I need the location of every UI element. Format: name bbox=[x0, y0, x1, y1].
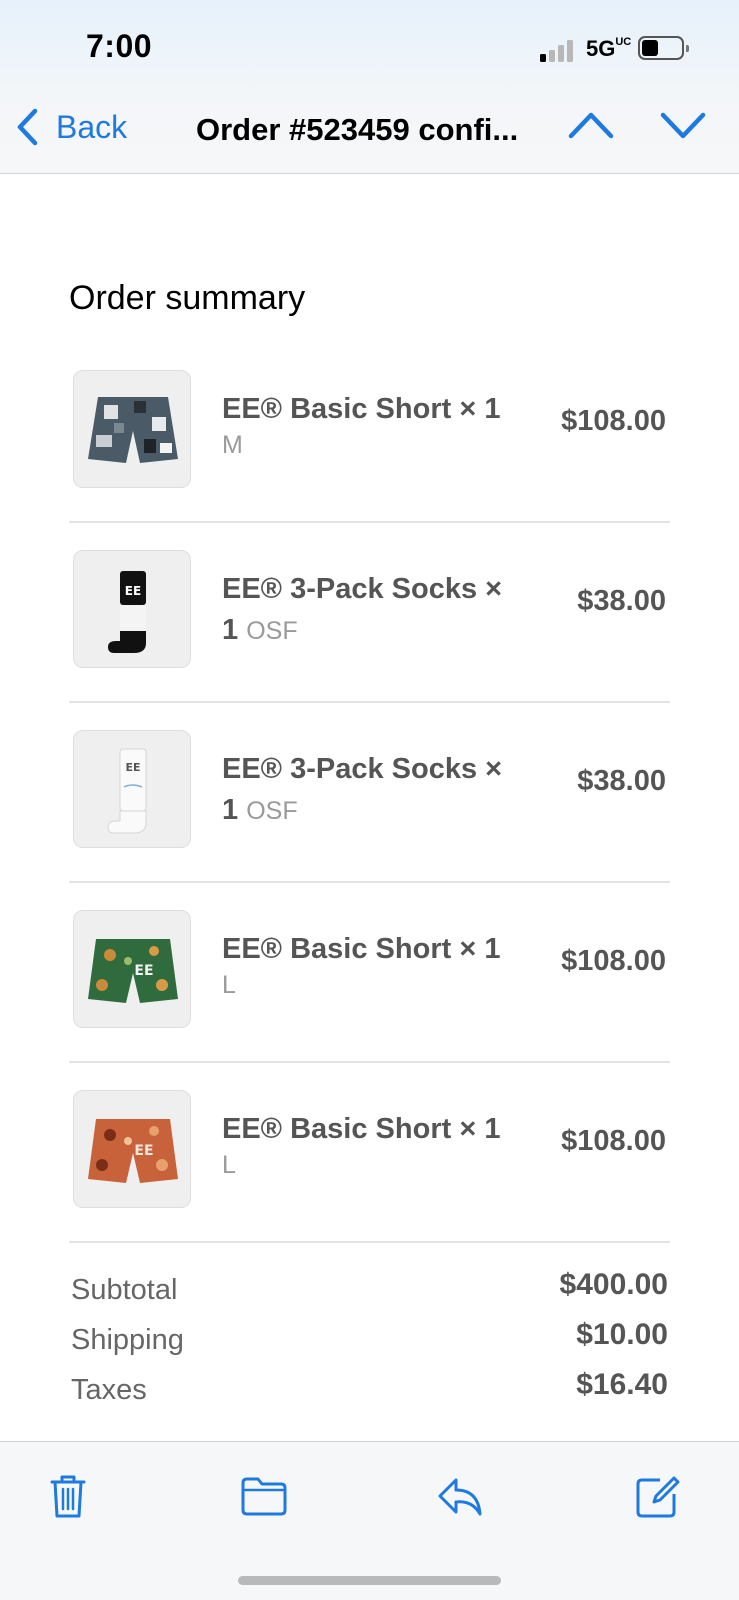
order-item: EE EE® Basic Short × 1 L $108.00 bbox=[69, 1063, 670, 1243]
product-thumbnail: EE bbox=[73, 550, 191, 668]
chevron-down-icon bbox=[660, 112, 706, 139]
green-floral-shorts-image: EE bbox=[88, 939, 178, 1003]
item-variant: L bbox=[222, 971, 236, 999]
compose-button[interactable] bbox=[634, 1472, 682, 1520]
subtotal-value: $400.00 bbox=[559, 1268, 668, 1301]
order-item: EE® Basic Short × 1 M $108.00 bbox=[69, 343, 670, 523]
item-name: EE® Basic Short × 1 L bbox=[222, 929, 512, 1000]
item-name: EE® Basic Short × 1 M bbox=[222, 389, 512, 460]
order-summary-title: Order summary bbox=[69, 279, 306, 317]
item-variant: L bbox=[222, 1151, 236, 1179]
trash-icon bbox=[50, 1475, 86, 1518]
battery-icon bbox=[638, 36, 689, 60]
previous-message-button[interactable] bbox=[568, 110, 614, 145]
product-thumbnail: EE bbox=[73, 730, 191, 848]
shipping-label: Shipping bbox=[71, 1324, 184, 1356]
shipping-row: Shipping $10.00 bbox=[69, 1316, 670, 1366]
back-label: Back bbox=[56, 108, 128, 145]
taxes-value: $16.40 bbox=[576, 1368, 668, 1401]
order-item: EE EE® Basic Short × 1 L $108.00 bbox=[69, 883, 670, 1063]
subtotal-label: Subtotal bbox=[71, 1274, 178, 1306]
item-name: EE® 3-Pack Socks × 1 OSF bbox=[222, 573, 503, 646]
shipping-value: $10.00 bbox=[576, 1318, 668, 1351]
item-name: EE® Basic Short × 1 L bbox=[222, 1109, 512, 1180]
item-price: $108.00 bbox=[561, 405, 666, 437]
subtotal-row: Subtotal $400.00 bbox=[69, 1266, 670, 1316]
order-item: EE EE® 3-Pack Socks × 1 OSF $38.00 bbox=[69, 703, 670, 883]
orange-floral-shorts-image: EE bbox=[88, 1119, 178, 1183]
product-thumbnail: EE bbox=[73, 910, 191, 1028]
network-indicator: 5GUC bbox=[586, 36, 632, 61]
folder-icon bbox=[241, 1477, 287, 1516]
item-variant: OSF bbox=[246, 617, 298, 645]
camo-shorts-image bbox=[88, 397, 178, 463]
email-body[interactable]: Order summary EE® Basic Short × 1 M $108… bbox=[0, 175, 739, 1440]
product-thumbnail: EE bbox=[73, 1090, 191, 1208]
trash-button[interactable] bbox=[44, 1472, 92, 1520]
back-button[interactable]: Back bbox=[16, 108, 127, 146]
item-price: $108.00 bbox=[561, 1125, 666, 1157]
reply-button[interactable] bbox=[436, 1472, 484, 1520]
item-price: $38.00 bbox=[577, 585, 666, 617]
svg-text:EE: EE bbox=[125, 761, 140, 774]
item-variant: M bbox=[222, 431, 243, 459]
next-message-button[interactable] bbox=[660, 110, 706, 145]
chevron-up-icon bbox=[568, 112, 614, 139]
email-subject-title: Order #523459 confi... bbox=[196, 112, 519, 147]
item-name: EE® 3-Pack Socks × 1 OSF bbox=[222, 753, 503, 826]
svg-text:EE: EE bbox=[134, 963, 153, 979]
svg-text:EE: EE bbox=[125, 584, 141, 598]
compose-icon bbox=[636, 1476, 680, 1518]
home-indicator[interactable] bbox=[238, 1576, 501, 1585]
item-price: $108.00 bbox=[561, 945, 666, 977]
item-variant: OSF bbox=[246, 797, 298, 825]
cellular-signal-icon bbox=[540, 38, 576, 62]
top-bar: 7:00 5GUC Back Order #523459 confi... bbox=[0, 0, 739, 174]
move-to-folder-button[interactable] bbox=[240, 1472, 288, 1520]
order-item: EE EE® 3-Pack Socks × 1 OSF $38.00 bbox=[69, 523, 670, 703]
white-socks-image: EE bbox=[107, 748, 147, 834]
product-thumbnail bbox=[73, 370, 191, 488]
svg-text:EE: EE bbox=[134, 1143, 153, 1159]
reply-icon bbox=[438, 1478, 482, 1516]
item-price: $38.00 bbox=[577, 765, 666, 797]
taxes-row: Taxes $16.40 bbox=[69, 1366, 670, 1416]
chevron-left-icon bbox=[17, 108, 38, 146]
order-totals: Subtotal $400.00 Shipping $10.00 Taxes $… bbox=[69, 1266, 670, 1416]
taxes-label: Taxes bbox=[71, 1374, 147, 1406]
black-socks-image: EE bbox=[108, 571, 146, 653]
status-time: 7:00 bbox=[86, 28, 153, 64]
